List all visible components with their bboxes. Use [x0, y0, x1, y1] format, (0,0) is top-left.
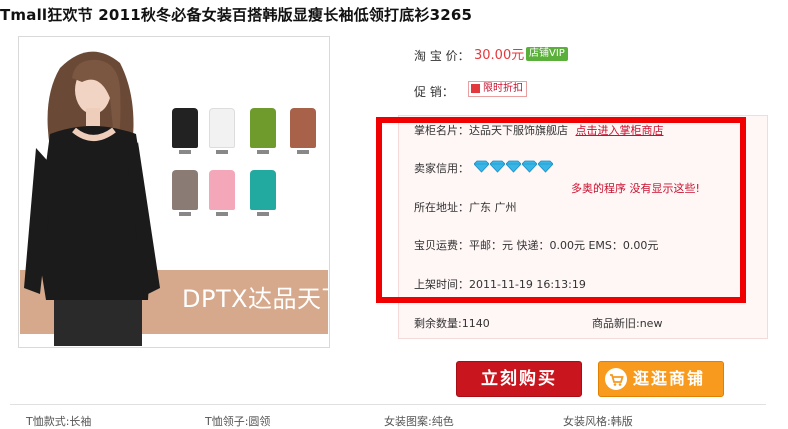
product-image[interactable]: DPTX达品天下 — [20, 38, 328, 346]
buy-now-button[interactable]: 立刻购买 — [456, 361, 582, 397]
color-swatch-green[interactable] — [250, 108, 276, 154]
brand-logo-text: DPTX达品天下 — [182, 285, 328, 313]
visit-shop-label: 逛逛商铺 — [633, 369, 706, 388]
cart-icon — [605, 368, 627, 390]
product-image-frame[interactable]: DPTX达品天下 — [18, 36, 330, 348]
attribute-item: 女装图案:纯色 — [384, 415, 454, 428]
color-swatch-pink[interactable] — [209, 170, 235, 216]
color-swatch-gray[interactable] — [172, 170, 198, 216]
stock-remaining: 剩余数量:1140 — [414, 317, 490, 330]
attribute-item: 女装风格:韩版 — [563, 415, 633, 428]
price-label: 淘 宝 价： — [414, 49, 470, 63]
promo-badge[interactable]: 限时折扣 — [468, 81, 527, 97]
price-value: 30.00元 — [474, 48, 525, 63]
color-swatch-black[interactable] — [172, 108, 198, 154]
vip-badge: 店铺VIP — [526, 47, 568, 61]
highlight-box — [376, 117, 746, 303]
attribute-item: T恤款式:长袖 — [26, 415, 92, 428]
color-swatch-white[interactable] — [209, 108, 235, 154]
attribute-item: T恤领子:圆领 — [205, 415, 271, 428]
promo-badge-text: 限时折扣 — [483, 83, 523, 94]
product-title: Tmall狂欢节 2011秋冬必备女装百搭韩版显瘦长袖低领打底衫3265 — [0, 6, 473, 24]
visit-shop-button[interactable]: 逛逛商铺 — [598, 361, 724, 397]
color-swatch-brown[interactable] — [290, 108, 316, 154]
attributes-bar: T恤款式:长袖 T恤领子:圆领 女装图案:纯色 女装风格:韩版 — [10, 404, 766, 429]
clock-icon — [471, 84, 480, 93]
item-condition: 商品新旧:new — [592, 317, 663, 330]
color-swatch-teal[interactable] — [250, 170, 276, 216]
promo-label: 促 销： — [414, 85, 454, 99]
